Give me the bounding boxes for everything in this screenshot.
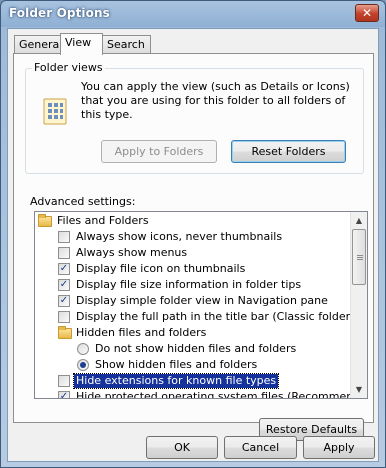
setting-label-selected: Hide extensions for known file types xyxy=(72,373,280,389)
checkbox-unchecked[interactable] xyxy=(58,231,70,243)
scroll-up-arrow-icon[interactable]: ▲ xyxy=(351,212,367,229)
ok-button[interactable]: OK xyxy=(146,436,218,459)
setting-always-show-menus[interactable]: Always show menus xyxy=(35,245,351,261)
title-bar[interactable]: Folder Options ✕ xyxy=(1,1,385,27)
checkbox-checked[interactable]: ✓ xyxy=(58,391,70,398)
tree-folder-files-and-folders[interactable]: Files and Folders xyxy=(35,213,351,229)
tab-search[interactable]: Search xyxy=(102,35,151,54)
setting-label: Do not show hidden files and folders xyxy=(95,342,297,355)
folder-views-description: You can apply the view (such as Details … xyxy=(81,80,350,121)
checkbox-checked[interactable]: ✓ xyxy=(58,279,70,291)
setting-label: Hide protected operating system files (R… xyxy=(76,390,368,399)
folder-icon xyxy=(38,214,52,227)
tree-folder-label: Hidden files and folders xyxy=(76,326,207,339)
folder-views-icon xyxy=(43,98,67,125)
scrollbar-thumb[interactable] xyxy=(352,229,366,285)
tab-search-label: Search xyxy=(107,38,145,51)
setting-label: Display file size information in folder … xyxy=(76,278,302,291)
grip-line xyxy=(357,255,363,256)
checkbox-checked[interactable]: ✓ xyxy=(58,295,70,307)
apply-to-folders-button[interactable]: Apply to Folders xyxy=(101,140,217,163)
checkbox-unchecked[interactable] xyxy=(58,375,70,387)
checkbox-checked[interactable]: ✓ xyxy=(58,263,70,275)
setting-display-simple-folder-view[interactable]: ✓ Display simple folder view in Navigati… xyxy=(35,293,351,309)
folder-views-label: Folder views xyxy=(32,61,105,74)
cancel-button[interactable]: Cancel xyxy=(224,436,297,459)
radio-selected[interactable] xyxy=(77,359,89,371)
tree-folder-hidden-files[interactable]: Hidden files and folders xyxy=(35,325,351,341)
advanced-settings-tree[interactable]: Files and Folders Always show icons, nev… xyxy=(34,211,368,399)
checkbox-unchecked[interactable] xyxy=(58,311,70,323)
setting-hide-protected-os-files[interactable]: ✓ Hide protected operating system files … xyxy=(35,389,367,398)
setting-do-not-show-hidden[interactable]: Do not show hidden files and folders xyxy=(35,341,351,357)
radio-dot xyxy=(80,362,86,368)
grip-line xyxy=(357,257,363,258)
grip-line xyxy=(357,259,363,260)
folder-options-window: Folder Options ✕ General View Search Fol… xyxy=(0,0,386,468)
window-title: Folder Options xyxy=(9,6,110,20)
tab-general-label: General xyxy=(19,38,63,51)
setting-show-hidden[interactable]: Show hidden files and folders xyxy=(35,357,351,373)
tab-view-label: View xyxy=(65,36,92,49)
scroll-down-arrow-icon[interactable]: ▼ xyxy=(351,381,367,398)
setting-label: Show hidden files and folders xyxy=(95,358,258,371)
setting-display-file-icon-on-thumbnails[interactable]: ✓ Display file icon on thumbnails xyxy=(35,261,351,277)
setting-label: Always show icons, never thumbnails xyxy=(76,230,283,243)
tree-folder-label: Files and Folders xyxy=(57,214,149,227)
setting-label: Display simple folder view in Navigation… xyxy=(76,294,328,307)
setting-display-file-size-info[interactable]: ✓ Display file size information in folde… xyxy=(35,277,351,293)
setting-hide-extensions[interactable]: Hide extensions for known file types xyxy=(35,373,351,389)
setting-label: Display file icon on thumbnails xyxy=(76,262,246,275)
folder-views-group: Folder views You can apply the view (suc… xyxy=(25,61,364,174)
close-icon: ✕ xyxy=(361,6,373,20)
tab-view[interactable]: View xyxy=(60,33,103,55)
advanced-settings-label: Advanced settings: xyxy=(30,195,136,208)
close-button[interactable]: ✕ xyxy=(355,4,379,22)
setting-label: Display the full path in the title bar (… xyxy=(76,310,368,323)
radio-unselected[interactable] xyxy=(77,343,89,355)
setting-label: Always show menus xyxy=(76,246,188,259)
tab-general[interactable]: General xyxy=(14,35,63,54)
vertical-scrollbar[interactable]: ▲ ▼ xyxy=(350,212,367,398)
view-tab-panel: Folder views You can apply the view (suc… xyxy=(13,53,374,441)
dialog-body: General View Search Folder views You can… xyxy=(7,28,379,462)
reset-folders-button[interactable]: Reset Folders xyxy=(231,140,346,163)
apply-button[interactable]: Apply xyxy=(303,436,375,459)
setting-always-show-icons[interactable]: Always show icons, never thumbnails xyxy=(35,229,351,245)
folder-icon xyxy=(58,326,72,339)
setting-display-full-path[interactable]: Display the full path in the title bar (… xyxy=(35,309,367,325)
checkbox-unchecked[interactable] xyxy=(58,247,70,259)
